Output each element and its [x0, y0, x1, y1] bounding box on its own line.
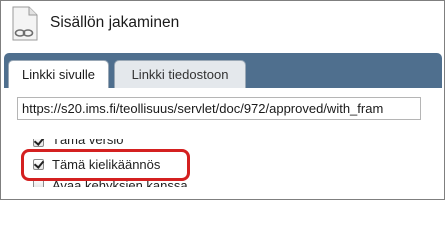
tab-link-to-page[interactable]: Linkki sivulle [8, 60, 109, 88]
this-version-checkbox[interactable] [33, 139, 44, 147]
highlight-annotation [21, 149, 190, 181]
share-content-dialog: Sisällön jakaminen Linkki sivulle Linkki… [0, 0, 445, 200]
dialog-title: Sisällön jakaminen [50, 14, 180, 31]
share-url-field[interactable]: https://s20.ims.fi/teollisuus/servlet/do… [17, 97, 421, 120]
option-this-version[interactable]: Tämä versio [33, 139, 124, 147]
this-version-label: Tämä versio [52, 139, 124, 147]
tab-link-to-file[interactable]: Linkki tiedostoon [114, 60, 246, 88]
document-link-icon [10, 6, 40, 42]
dialog-header: Sisällön jakaminen [1, 1, 444, 48]
tab-bar: Linkki sivulle Linkki tiedostoon [4, 53, 442, 88]
